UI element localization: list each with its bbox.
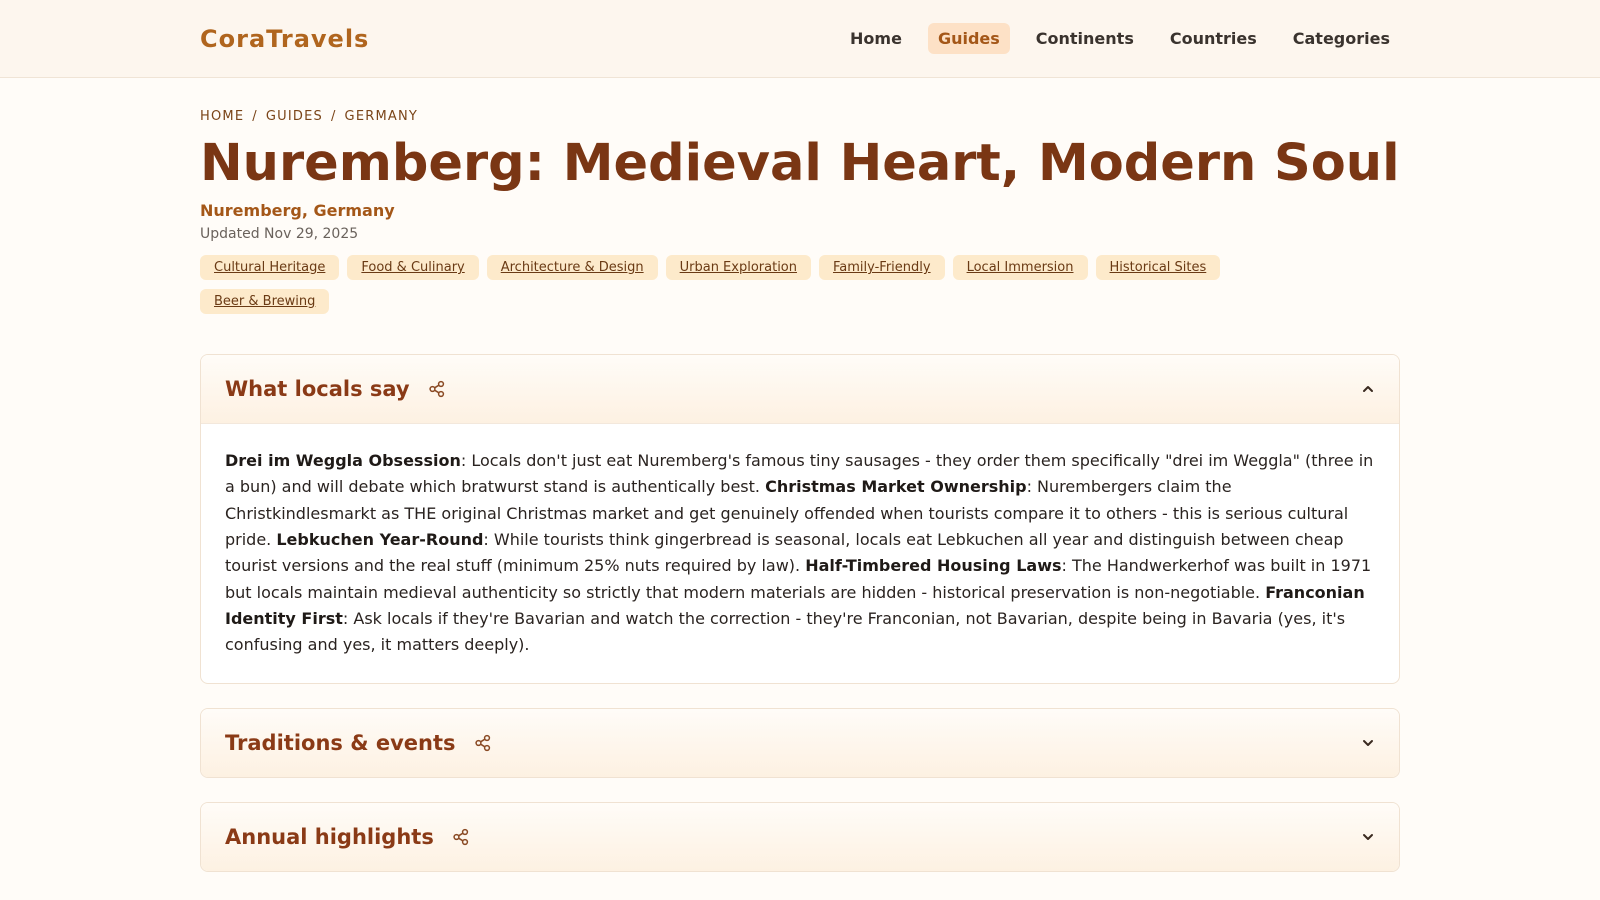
header-inner: CoraTravels Home Guides Continents Count… bbox=[200, 0, 1400, 77]
insight-heading: Lebkuchen Year-Round bbox=[276, 529, 484, 549]
breadcrumb: HOME / GUIDES / GERMANY bbox=[200, 109, 1400, 124]
guide-sections: What locals say Drei im Weggla Obsession… bbox=[200, 354, 1400, 873]
share-icon[interactable] bbox=[474, 734, 492, 752]
breadcrumb-germany[interactable]: GERMANY bbox=[345, 109, 419, 124]
breadcrumb-home[interactable]: HOME bbox=[200, 109, 244, 124]
main-content: HOME / GUIDES / GERMANY Nuremberg: Medie… bbox=[200, 78, 1400, 873]
page-title: Nuremberg: Medieval Heart, Modern Soul bbox=[200, 134, 1400, 193]
location-label: Nuremberg, Germany bbox=[200, 201, 395, 221]
section-title: Traditions & events bbox=[225, 731, 456, 756]
brand-logo[interactable]: CoraTravels bbox=[200, 25, 369, 53]
breadcrumb-separator: / bbox=[252, 109, 258, 124]
chevron-down-icon[interactable] bbox=[1361, 830, 1375, 844]
main-nav: Home Guides Continents Countries Categor… bbox=[832, 23, 1400, 54]
breadcrumb-separator: / bbox=[330, 109, 337, 124]
share-icon[interactable] bbox=[452, 828, 470, 846]
site-header: CoraTravels Home Guides Continents Count… bbox=[0, 0, 1600, 78]
chevron-up-icon[interactable] bbox=[1361, 382, 1375, 396]
tag-cultural-heritage[interactable]: Cultural Heritage bbox=[200, 255, 340, 281]
nav-countries[interactable]: Countries bbox=[1160, 23, 1267, 54]
tag-food-culinary[interactable]: Food & Culinary bbox=[347, 255, 479, 281]
section-title-wrap: Traditions & events bbox=[225, 731, 492, 755]
insight-heading: Half-Timbered Housing Laws bbox=[805, 556, 1062, 576]
tag-local-immersion[interactable]: Local Immersion bbox=[952, 255, 1088, 281]
tag-beer-brewing[interactable]: Beer & Brewing bbox=[200, 289, 330, 315]
insight-heading: Drei im Weggla Obsession bbox=[225, 451, 461, 471]
section-header[interactable]: Traditions & events bbox=[201, 709, 1399, 778]
section-title-wrap: Annual highlights bbox=[225, 825, 470, 849]
section-traditions-events: Traditions & events bbox=[200, 708, 1400, 779]
nav-continents[interactable]: Continents bbox=[1026, 23, 1144, 54]
tag-historical-sites[interactable]: Historical Sites bbox=[1095, 255, 1221, 281]
updated-date: Updated Nov 29, 2025 bbox=[200, 226, 359, 243]
section-header[interactable]: What locals say bbox=[201, 355, 1399, 424]
nav-categories[interactable]: Categories bbox=[1283, 23, 1400, 54]
tag-urban-exploration[interactable]: Urban Exploration bbox=[665, 255, 811, 281]
section-what-locals-say: What locals say Drei im Weggla Obsession… bbox=[200, 354, 1400, 685]
section-annual-highlights: Annual highlights bbox=[200, 802, 1400, 873]
tag-list: Cultural Heritage Food & Culinary Archit… bbox=[200, 255, 1300, 315]
breadcrumb-guides[interactable]: GUIDES bbox=[266, 109, 323, 124]
insight-heading: Christmas Market Ownership bbox=[765, 477, 1027, 497]
nav-home[interactable]: Home bbox=[840, 23, 912, 54]
insight-text: : Ask locals if they're Bavarian and wat… bbox=[225, 608, 1346, 655]
section-title: What locals say bbox=[225, 377, 410, 402]
section-header[interactable]: Annual highlights bbox=[201, 803, 1399, 872]
section-title-wrap: What locals say bbox=[225, 377, 446, 401]
section-title: Annual highlights bbox=[225, 825, 434, 850]
section-body: Drei im Weggla Obsession: Locals don't j… bbox=[201, 423, 1399, 683]
tag-architecture-design[interactable]: Architecture & Design bbox=[486, 255, 658, 281]
nav-guides[interactable]: Guides bbox=[927, 23, 1010, 54]
share-icon[interactable] bbox=[428, 380, 446, 398]
chevron-down-icon[interactable] bbox=[1361, 736, 1375, 750]
tag-family-friendly[interactable]: Family-Friendly bbox=[819, 255, 945, 281]
